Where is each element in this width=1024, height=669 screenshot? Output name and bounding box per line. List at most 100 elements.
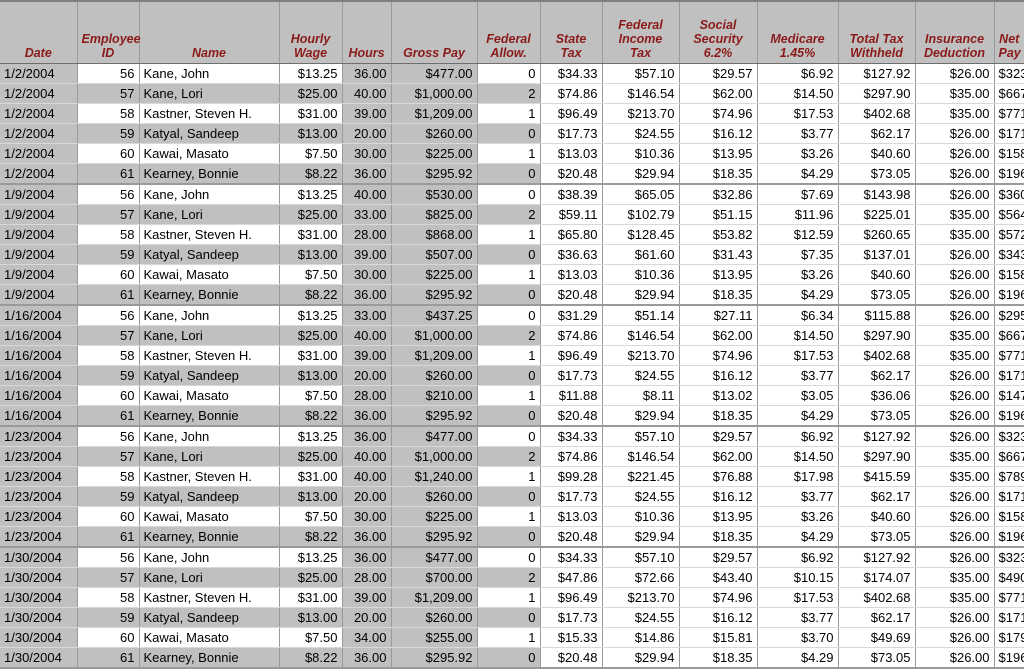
cell-date[interactable]: 1/2/2004 xyxy=(0,63,78,84)
cell-fed-inc[interactable]: $29.94 xyxy=(602,647,680,669)
cell-gross[interactable]: $825.00 xyxy=(391,204,478,225)
cell-date[interactable]: 1/30/2004 xyxy=(0,587,78,608)
cell-insurance[interactable]: $26.00 xyxy=(915,63,995,84)
cell-date[interactable]: 1/9/2004 xyxy=(0,244,78,265)
cell-fed-allow[interactable]: 1 xyxy=(477,627,541,648)
cell-date[interactable]: 1/2/2004 xyxy=(0,123,78,144)
cell-name[interactable]: Kawai, Masato xyxy=(139,506,280,527)
column-header-gross[interactable]: Gross Pay xyxy=(391,1,478,64)
cell-fed-inc[interactable]: $72.66 xyxy=(602,567,680,588)
cell-state-tax[interactable]: $36.63 xyxy=(540,244,603,265)
cell-fed-allow[interactable]: 0 xyxy=(477,163,541,185)
cell-wage[interactable]: $13.25 xyxy=(279,184,343,205)
cell-medicare[interactable]: $17.53 xyxy=(757,587,839,608)
cell-hours[interactable]: 40.00 xyxy=(342,446,392,467)
cell-medicare[interactable]: $10.15 xyxy=(757,567,839,588)
cell-net-pay[interactable]: $158.40 xyxy=(994,143,1024,164)
cell-soc-sec[interactable]: $18.35 xyxy=(679,526,758,548)
cell-hours[interactable]: 40.00 xyxy=(342,466,392,487)
cell-fed-inc[interactable]: $102.79 xyxy=(602,204,680,225)
cell-hours[interactable]: 28.00 xyxy=(342,567,392,588)
cell-state-tax[interactable]: $96.49 xyxy=(540,103,603,124)
cell-net-pay[interactable]: $490.93 xyxy=(994,567,1024,588)
column-header-fed-allow[interactable]: Federal Allow. xyxy=(477,1,541,64)
cell-net-pay[interactable]: $667.10 xyxy=(994,325,1024,346)
cell-date[interactable]: 1/23/2004 xyxy=(0,466,78,487)
cell-emp-id[interactable]: 60 xyxy=(77,506,140,527)
cell-name[interactable]: Kane, Lori xyxy=(139,325,280,346)
cell-state-tax[interactable]: $20.48 xyxy=(540,284,603,306)
cell-date[interactable]: 1/16/2004 xyxy=(0,345,78,366)
cell-emp-id[interactable]: 61 xyxy=(77,405,140,427)
cell-medicare[interactable]: $11.96 xyxy=(757,204,839,225)
cell-insurance[interactable]: $26.00 xyxy=(915,244,995,265)
cell-wage[interactable]: $7.50 xyxy=(279,506,343,527)
cell-gross[interactable]: $260.00 xyxy=(391,365,478,386)
cell-hours[interactable]: 39.00 xyxy=(342,244,392,265)
cell-insurance[interactable]: $26.00 xyxy=(915,385,995,406)
cell-medicare[interactable]: $3.26 xyxy=(757,143,839,164)
cell-hours[interactable]: 36.00 xyxy=(342,405,392,427)
cell-state-tax[interactable]: $20.48 xyxy=(540,647,603,669)
cell-insurance[interactable]: $26.00 xyxy=(915,163,995,185)
cell-gross[interactable]: $868.00 xyxy=(391,224,478,245)
cell-total-tax[interactable]: $137.01 xyxy=(838,244,916,265)
cell-gross[interactable]: $1,000.00 xyxy=(391,446,478,467)
cell-soc-sec[interactable]: $29.57 xyxy=(679,426,758,447)
cell-date[interactable]: 1/16/2004 xyxy=(0,365,78,386)
cell-insurance[interactable]: $26.00 xyxy=(915,607,995,628)
cell-state-tax[interactable]: $47.86 xyxy=(540,567,603,588)
cell-state-tax[interactable]: $96.49 xyxy=(540,345,603,366)
cell-name[interactable]: Katyal, Sandeep xyxy=(139,365,280,386)
cell-soc-sec[interactable]: $74.96 xyxy=(679,345,758,366)
cell-gross[interactable]: $1,209.00 xyxy=(391,103,478,124)
cell-medicare[interactable]: $3.26 xyxy=(757,506,839,527)
cell-name[interactable]: Kastner, Steven H. xyxy=(139,466,280,487)
cell-name[interactable]: Kastner, Steven H. xyxy=(139,345,280,366)
cell-date[interactable]: 1/30/2004 xyxy=(0,547,78,568)
cell-fed-inc[interactable]: $10.36 xyxy=(602,264,680,285)
cell-gross[interactable]: $210.00 xyxy=(391,385,478,406)
cell-total-tax[interactable]: $415.59 xyxy=(838,466,916,487)
cell-wage[interactable]: $7.50 xyxy=(279,627,343,648)
cell-medicare[interactable]: $4.29 xyxy=(757,284,839,306)
cell-total-tax[interactable]: $260.65 xyxy=(838,224,916,245)
column-header-soc-sec[interactable]: Social Security 6.2% xyxy=(679,1,758,64)
cell-date[interactable]: 1/30/2004 xyxy=(0,647,78,669)
cell-state-tax[interactable]: $74.86 xyxy=(540,325,603,346)
cell-medicare[interactable]: $4.29 xyxy=(757,405,839,427)
cell-fed-inc[interactable]: $29.94 xyxy=(602,163,680,185)
cell-medicare[interactable]: $17.98 xyxy=(757,466,839,487)
cell-insurance[interactable]: $26.00 xyxy=(915,526,995,548)
cell-soc-sec[interactable]: $13.95 xyxy=(679,264,758,285)
cell-insurance[interactable]: $35.00 xyxy=(915,204,995,225)
cell-fed-allow[interactable]: 1 xyxy=(477,587,541,608)
cell-state-tax[interactable]: $15.33 xyxy=(540,627,603,648)
cell-name[interactable]: Kawai, Masato xyxy=(139,385,280,406)
cell-fed-inc[interactable]: $24.55 xyxy=(602,607,680,628)
cell-fed-allow[interactable]: 2 xyxy=(477,446,541,467)
cell-fed-allow[interactable]: 0 xyxy=(477,547,541,568)
cell-wage[interactable]: $13.00 xyxy=(279,486,343,507)
cell-gross[interactable]: $225.00 xyxy=(391,143,478,164)
cell-fed-allow[interactable]: 0 xyxy=(477,486,541,507)
cell-wage[interactable]: $25.00 xyxy=(279,204,343,225)
cell-hours[interactable]: 39.00 xyxy=(342,587,392,608)
cell-total-tax[interactable]: $174.07 xyxy=(838,567,916,588)
cell-insurance[interactable]: $35.00 xyxy=(915,466,995,487)
cell-gross[interactable]: $225.00 xyxy=(391,506,478,527)
cell-net-pay[interactable]: $667.10 xyxy=(994,83,1024,104)
cell-wage[interactable]: $25.00 xyxy=(279,325,343,346)
cell-hours[interactable]: 36.00 xyxy=(342,647,392,669)
cell-hours[interactable]: 30.00 xyxy=(342,143,392,164)
cell-hours[interactable]: 30.00 xyxy=(342,506,392,527)
cell-insurance[interactable]: $35.00 xyxy=(915,587,995,608)
cell-state-tax[interactable]: $13.03 xyxy=(540,506,603,527)
cell-state-tax[interactable]: $34.33 xyxy=(540,547,603,568)
cell-medicare[interactable]: $4.29 xyxy=(757,647,839,669)
cell-emp-id[interactable]: 58 xyxy=(77,466,140,487)
cell-fed-allow[interactable]: 2 xyxy=(477,83,541,104)
cell-soc-sec[interactable]: $16.12 xyxy=(679,123,758,144)
cell-state-tax[interactable]: $38.39 xyxy=(540,184,603,205)
cell-total-tax[interactable]: $49.69 xyxy=(838,627,916,648)
